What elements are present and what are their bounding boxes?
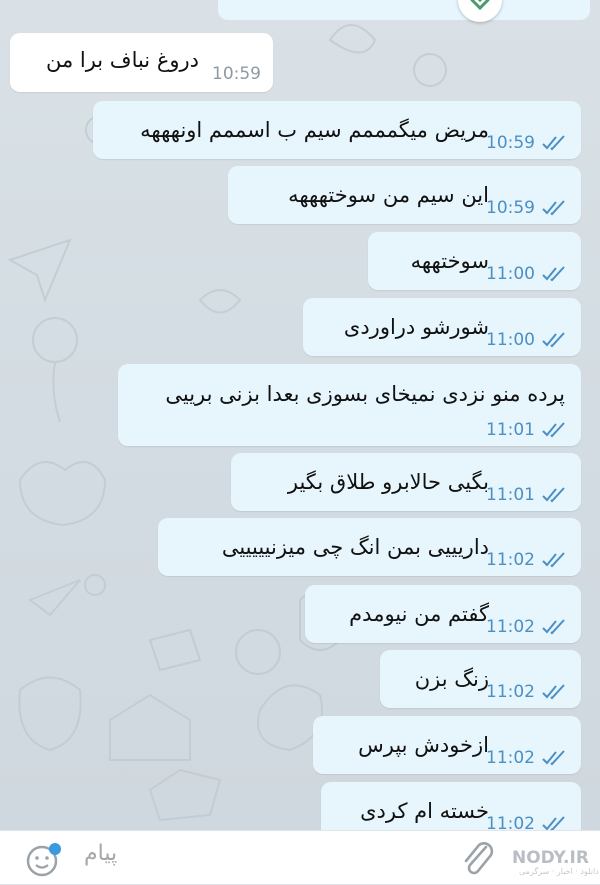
double-check-icon	[542, 816, 565, 830]
message-meta: 11:02	[486, 814, 569, 830]
message-bubble-outgoing[interactable]: خسته ام کردی 11:02	[321, 782, 581, 830]
message-meta: 11:00	[486, 330, 569, 350]
message-text: سوختههه	[410, 249, 489, 273]
emoji-icon	[26, 843, 61, 877]
message-meta: 11:02	[486, 550, 569, 570]
message-text: زنگ بزن	[414, 667, 489, 691]
message-text: گفتم من نیومدم	[349, 602, 489, 626]
message-text: ازخودش بپرس	[358, 733, 489, 757]
message-time: 11:02	[486, 748, 535, 768]
double-check-icon	[542, 332, 565, 348]
message-time: 10:59	[212, 64, 261, 84]
message-bubble-outgoing[interactable]: شورشو دراوردی 11:00	[303, 298, 581, 356]
message-meta: 10:59	[486, 133, 569, 153]
double-check-icon	[542, 750, 565, 766]
message-input[interactable]: پیام	[84, 841, 117, 866]
message-meta: 11:01	[486, 420, 569, 440]
chevron-down-icon	[470, 0, 490, 11]
message-time: 11:00	[486, 330, 535, 350]
message-bubble-outgoing[interactable]: پرده منو نزدی نمیخای بسوزی بعدا بزنی بری…	[118, 364, 581, 446]
message-bubble-incoming[interactable]: دروغ نباف برا من 10:59	[10, 33, 273, 92]
message-bubble-outgoing[interactable]: بگیی حالابرو طلاق بگیر 11:01	[231, 453, 581, 511]
message-meta: 11:01	[486, 485, 569, 505]
message-text: بگیی حالابرو طلاق بگیر	[287, 470, 489, 494]
partial-message-bubble[interactable]	[218, 0, 590, 20]
double-check-icon	[542, 422, 565, 438]
double-check-icon	[542, 487, 565, 503]
watermark-tagline: دانلود · اخبار · سرگرمی	[519, 867, 599, 876]
message-bubble-outgoing[interactable]: گفتم من نیومدم 11:02	[305, 585, 581, 643]
message-time: 10:59	[486, 133, 535, 153]
message-text: پرده منو نزدی نمیخای بسوزی بعدا بزنی بری…	[165, 382, 565, 406]
chat-area[interactable]: دروغ نباف برا من 10:59 مریض میگمممم سیم …	[0, 0, 600, 830]
message-time: 11:02	[486, 814, 535, 830]
message-time: 11:01	[486, 485, 535, 505]
message-time: 11:01	[486, 420, 535, 440]
paperclip-icon	[464, 842, 494, 875]
attach-button[interactable]	[458, 837, 498, 881]
message-input-placeholder: پیام	[84, 841, 118, 866]
message-bubble-outgoing[interactable]: ازخودش بپرس 11:02	[313, 716, 581, 774]
double-check-icon	[542, 135, 565, 151]
message-meta: 11:02	[486, 617, 569, 637]
message-input-bar: پیام	[0, 830, 600, 884]
message-meta: 11:02	[486, 748, 569, 768]
message-time: 11:02	[486, 682, 535, 702]
scroll-down-button[interactable]	[458, 0, 502, 22]
double-check-icon	[542, 266, 565, 282]
message-bubble-outgoing[interactable]: مریض میگمممم سیم ب اسممم اونهههه 10:59	[93, 101, 581, 159]
double-check-icon	[542, 552, 565, 568]
message-time: 10:59	[486, 198, 535, 218]
watermark-logo: NODY.IR	[512, 848, 589, 868]
message-meta: 11:00	[486, 264, 569, 284]
double-check-icon	[542, 619, 565, 635]
double-check-icon	[542, 200, 565, 216]
message-time: 11:02	[486, 617, 535, 637]
message-bubble-outgoing[interactable]: این سیم من سوختهههه 10:59	[228, 166, 581, 224]
message-time: 11:00	[486, 264, 535, 284]
double-check-icon	[542, 684, 565, 700]
message-text: خسته ام کردی	[360, 799, 489, 823]
message-time: 11:02	[486, 550, 535, 570]
message-meta: 11:02	[486, 682, 569, 702]
message-bubble-outgoing[interactable]: زنگ بزن 11:02	[380, 650, 581, 708]
message-bubble-outgoing[interactable]: سوختههه 11:00	[368, 232, 581, 290]
message-meta: 10:59	[486, 198, 569, 218]
message-text: مریض میگمممم سیم ب اسممم اونهههه	[140, 118, 489, 142]
message-text: شورشو دراوردی	[343, 315, 489, 339]
emoji-button[interactable]	[24, 839, 64, 879]
message-text: دروغ نباف برا من	[45, 48, 199, 72]
message-text: داریییی بمن انگ چی میزنیییییی	[221, 535, 489, 559]
message-text: این سیم من سوختهههه	[288, 183, 489, 207]
message-bubble-outgoing[interactable]: داریییی بمن انگ چی میزنیییییی 11:02	[158, 518, 581, 576]
